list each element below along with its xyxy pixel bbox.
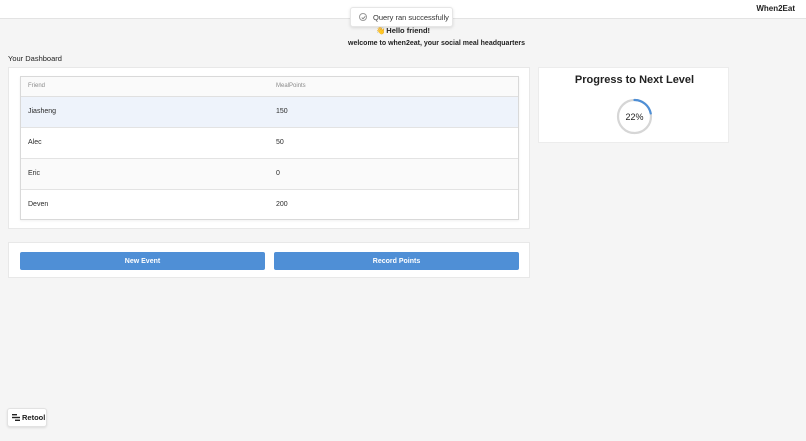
cell-mealpoints: 50 xyxy=(276,139,284,146)
retool-label: Retool xyxy=(22,413,46,422)
table-row[interactable]: Eric 0 xyxy=(21,159,518,190)
app-title: When2Eat xyxy=(756,4,795,13)
cell-mealpoints: 150 xyxy=(276,108,288,115)
column-header-friend[interactable]: Friend xyxy=(28,83,45,89)
cell-mealpoints: 0 xyxy=(276,170,280,177)
actions-card: New Event Record Points xyxy=(8,242,530,278)
cell-mealpoints: 200 xyxy=(276,201,288,208)
progress-title: Progress to Next Level xyxy=(574,74,695,86)
progress-percent: 22% xyxy=(625,111,644,122)
table-header: Friend MealPoints xyxy=(21,77,518,97)
friends-table: Friend MealPoints Jiasheng 150 Alec 50 E… xyxy=(20,76,519,220)
friends-table-card: Friend MealPoints Jiasheng 150 Alec 50 E… xyxy=(8,67,530,229)
new-event-button[interactable]: New Event xyxy=(20,252,265,270)
greeting-text: Hello friend! xyxy=(386,26,431,35)
column-header-mealpoints[interactable]: MealPoints xyxy=(276,83,306,89)
table-row[interactable]: Jiasheng 150 xyxy=(21,97,518,128)
progress-card: Progress to Next Level 22% xyxy=(538,67,729,143)
success-toast: Query ran successfully xyxy=(350,7,453,27)
table-row[interactable]: Alec 50 xyxy=(21,128,518,159)
dashboard-label: Your Dashboard xyxy=(8,54,62,63)
retool-badge[interactable]: Retool xyxy=(7,408,47,427)
welcome-text: welcome to when2eat, your social meal he… xyxy=(348,40,526,47)
wave-emoji-icon: 👋 xyxy=(375,26,386,35)
greeting-heading: 👋Hello friend! xyxy=(0,26,806,35)
cell-friend: Alec xyxy=(28,139,42,146)
check-icon xyxy=(359,13,367,21)
record-points-button[interactable]: Record Points xyxy=(274,252,519,270)
cell-friend: Deven xyxy=(28,201,49,208)
cell-friend: Jiasheng xyxy=(28,108,57,115)
toast-message: Query ran successfully xyxy=(373,12,449,22)
cell-friend: Eric xyxy=(28,170,41,177)
table-row[interactable]: Deven 200 xyxy=(21,190,518,221)
retool-logo-icon xyxy=(12,414,20,421)
